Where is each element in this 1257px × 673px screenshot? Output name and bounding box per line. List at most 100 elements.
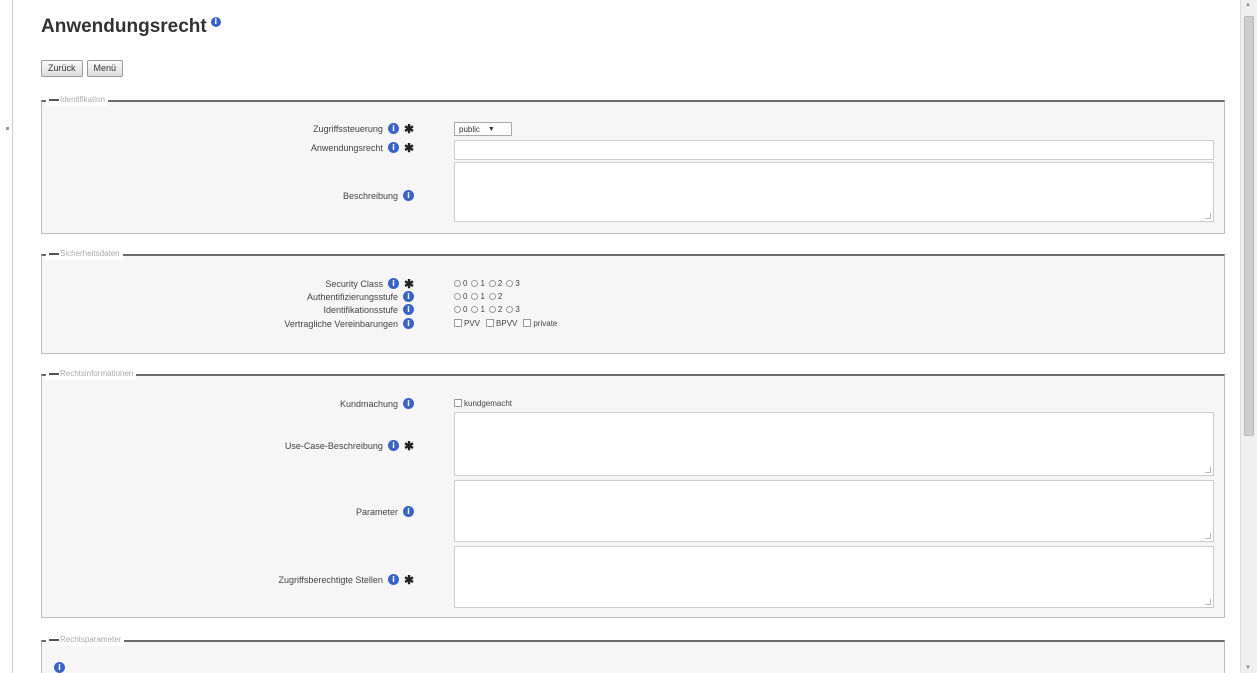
authentifizierungsstufe-radio-group: 0 1 2 — [454, 291, 502, 301]
use-case-beschreibung-textarea[interactable] — [454, 412, 1214, 476]
zugriffsberechtigte-stellen-label: Zugriffsberechtigte Stellen — [278, 574, 383, 585]
info-icon[interactable]: i — [403, 291, 414, 302]
section-legend: Identifikation — [46, 94, 108, 106]
back-button[interactable]: Zurück — [41, 60, 83, 77]
info-icon[interactable]: i — [403, 318, 414, 329]
anwendungsrecht-input[interactable] — [454, 140, 1214, 160]
radio-label: 0 — [463, 278, 468, 288]
vertical-scrollbar[interactable]: ▲ ▼ — [1240, 0, 1257, 673]
section-legend: Sicherheitsdaten — [46, 248, 123, 260]
info-icon[interactable]: i — [54, 662, 65, 673]
select-value: public — [459, 124, 480, 134]
required-icon: ✱ — [403, 572, 414, 587]
radio-option[interactable]: 2 — [488, 292, 502, 301]
radio-option[interactable]: 2 — [488, 305, 502, 314]
section-legend: Rechtsinformationen — [46, 368, 137, 380]
radio-button[interactable] — [454, 279, 461, 287]
radio-option[interactable]: 0 — [454, 292, 467, 301]
identifikationsstufe-radio-group: 0 1 2 3 — [454, 304, 520, 314]
zugriffsberechtigte-stellen-textarea[interactable] — [454, 546, 1214, 608]
radio-button[interactable] — [488, 305, 496, 313]
menu-button[interactable]: Menü — [86, 60, 124, 77]
checkbox[interactable] — [454, 399, 462, 407]
info-icon[interactable]: i — [387, 278, 399, 289]
checkbox-option[interactable]: BPVV — [486, 319, 517, 328]
button-bar: Zurück Menü — [41, 60, 124, 77]
security-class-radio-group: 0 1 2 3 — [454, 278, 520, 288]
scrollbar-thumb[interactable] — [1244, 16, 1254, 436]
radio-option[interactable]: 2 — [488, 278, 503, 288]
radio-button[interactable] — [506, 279, 514, 287]
section-sicherheitsdaten: Sicherheitsdaten Security Class i ✱ 0 1 … — [41, 248, 1225, 354]
required-icon: ✱ — [403, 438, 414, 453]
scroll-down-icon[interactable]: ▼ — [1245, 665, 1251, 671]
checkbox[interactable] — [454, 319, 462, 327]
vertragliche-vereinbarungen-label: Vertragliche Vereinbarungen — [284, 318, 398, 329]
page-header: Anwendungsrecht i — [41, 16, 221, 38]
radio-button[interactable] — [471, 305, 479, 313]
page-marker — [6, 127, 9, 130]
checkbox-label: PVV — [464, 318, 481, 328]
section-rechtsparameter: Rechtsparameter i — [41, 634, 1225, 673]
help-icon[interactable]: i — [210, 17, 221, 27]
checkbox[interactable] — [523, 319, 532, 327]
checkbox-option[interactable]: PVV — [454, 319, 480, 328]
radio-option[interactable]: 0 — [454, 279, 467, 288]
radio-label: 0 — [463, 304, 468, 314]
radio-button[interactable] — [488, 279, 496, 287]
vertragliche-vereinbarungen-checkbox-group: PVV BPVV private — [454, 318, 557, 328]
checkbox-label: kundgemacht — [464, 398, 513, 408]
required-icon: ✱ — [403, 121, 414, 136]
radio-button[interactable] — [454, 292, 461, 300]
radio-button[interactable] — [471, 292, 479, 300]
radio-button[interactable] — [471, 279, 479, 287]
info-icon[interactable]: i — [403, 304, 414, 315]
scroll-up-icon[interactable]: ▲ — [1245, 2, 1251, 8]
zugriffssteuerung-label: Zugriffssteuerung — [313, 123, 383, 134]
identifikationsstufe-label: Identifikationsstufe — [323, 304, 398, 315]
checkbox-option[interactable]: private — [523, 319, 557, 328]
use-case-beschreibung-label: Use-Case-Beschreibung — [284, 440, 383, 451]
info-icon[interactable]: i — [387, 123, 399, 134]
radio-button[interactable] — [488, 292, 496, 300]
kundmachung-checkbox-group: kundgemacht — [454, 398, 512, 408]
info-icon[interactable]: i — [387, 142, 399, 153]
checkbox-label: BPVV — [496, 318, 518, 328]
info-icon[interactable]: i — [403, 506, 414, 517]
section-identifikation: Identifikation Zugriffssteuerung i ✱ pub… — [41, 94, 1225, 234]
chevron-down-icon: ▼ — [487, 125, 495, 133]
page-container: Anwendungsrecht i Zurück Menü Identifika… — [12, 0, 1240, 673]
info-icon[interactable]: i — [387, 440, 399, 451]
checkbox[interactable] — [486, 319, 495, 327]
checkbox-option[interactable]: kundgemacht — [454, 399, 512, 408]
radio-label: 3 — [515, 278, 520, 288]
beschreibung-label: Beschreibung — [342, 190, 398, 201]
checkbox-label: private — [533, 318, 558, 328]
radio-button[interactable] — [454, 305, 461, 313]
radio-label: 1 — [480, 291, 485, 301]
radio-option[interactable]: 3 — [506, 304, 520, 314]
radio-label: 0 — [463, 291, 468, 301]
radio-label: 3 — [515, 304, 520, 314]
security-class-label: Security Class — [325, 278, 383, 289]
info-icon[interactable]: i — [403, 398, 414, 409]
anwendungsrecht-label: Anwendungsrecht — [310, 142, 383, 153]
info-icon[interactable]: i — [403, 190, 414, 201]
section-legend: Rechtsparameter — [46, 634, 125, 646]
radio-option[interactable]: 3 — [506, 278, 520, 288]
required-icon: ✱ — [403, 276, 414, 291]
radio-label: 1 — [480, 278, 485, 288]
radio-button[interactable] — [506, 305, 514, 313]
radio-label: 2 — [497, 278, 503, 288]
required-icon: ✱ — [403, 140, 414, 155]
zugriffssteuerung-select[interactable]: public ▼ — [454, 122, 512, 136]
parameter-textarea[interactable] — [454, 480, 1214, 542]
section-rechtsinformationen: Rechtsinformationen Kundmachung i kundge… — [41, 368, 1225, 618]
beschreibung-textarea[interactable] — [454, 162, 1214, 222]
radio-option[interactable]: 0 — [454, 305, 467, 314]
radio-option[interactable]: 1 — [471, 278, 485, 288]
radio-option[interactable]: 1 — [471, 291, 485, 301]
radio-option[interactable]: 1 — [471, 305, 485, 314]
info-icon[interactable]: i — [387, 574, 399, 585]
authentifizierungsstufe-label: Authentifizierungsstufe — [306, 291, 398, 302]
